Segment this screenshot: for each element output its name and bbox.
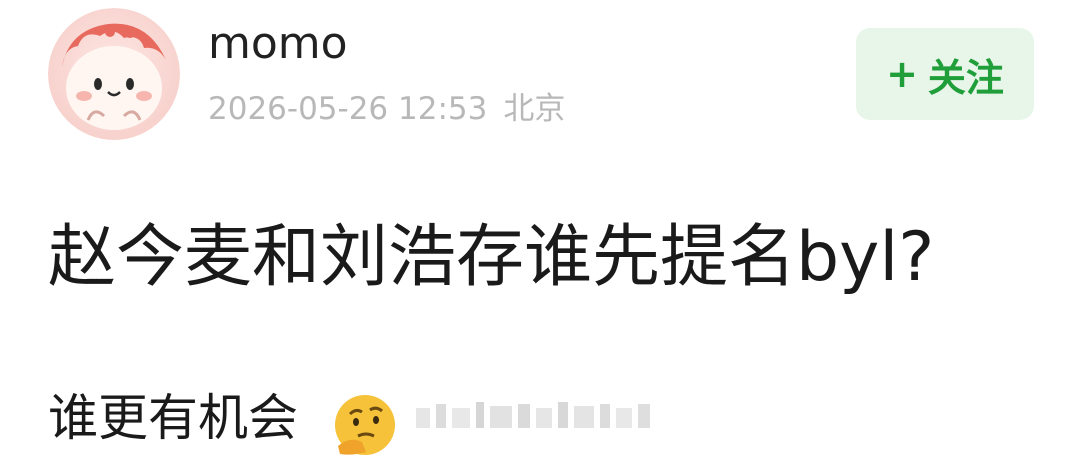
- follow-button[interactable]: + 关注: [856, 28, 1034, 120]
- post-content-line-2: 谁更有机会: [48, 389, 298, 447]
- post-timestamp: 2026-05-26 12:53: [208, 91, 488, 127]
- post-location: 北京: [503, 91, 566, 127]
- avatar[interactable]: [48, 8, 180, 140]
- avatar-illustration: [48, 8, 180, 140]
- author-name[interactable]: momo: [208, 14, 348, 74]
- plus-icon: +: [886, 52, 918, 96]
- post-content-line-1: 赵今麦和刘浩存谁先提名byl?: [48, 218, 935, 297]
- blurred-content: [416, 402, 650, 428]
- thinking-face-emoji-icon: [335, 395, 395, 455]
- follow-label: 关注: [927, 55, 1004, 100]
- post-meta: 2026-05-26 12:53 北京: [208, 88, 565, 130]
